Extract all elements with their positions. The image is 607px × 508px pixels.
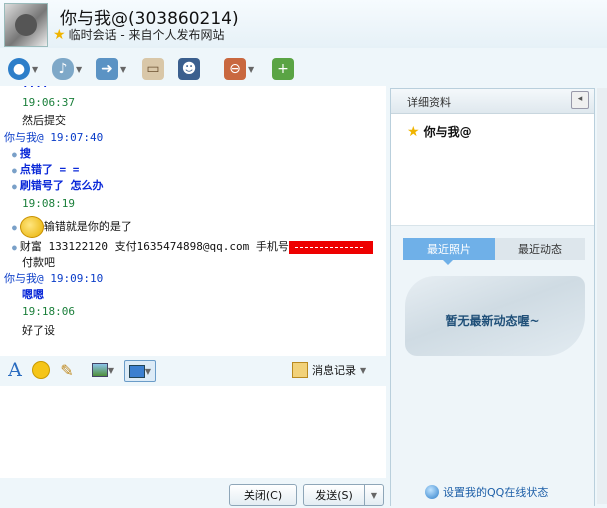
tab-pointer [443, 260, 453, 265]
chat-message: ● 输错就是你的是了 [12, 216, 132, 238]
cut-off-line: ···· [22, 86, 49, 93]
smiley-icon [32, 361, 50, 379]
remote-assist-button[interactable]: ☻ [178, 56, 200, 82]
history-icon [292, 362, 308, 378]
message-input[interactable] [0, 386, 386, 478]
window-edge [597, 88, 607, 504]
star-icon: ★ [53, 26, 66, 43]
send-file-button[interactable]: ➜ ▼ [96, 56, 126, 82]
message-sender: 你与我@ 19:09:10 [4, 272, 104, 285]
footer-bar: 关闭(C) 发送(S) ▼ [0, 480, 390, 508]
add-friend-button[interactable]: + [272, 56, 294, 82]
emoji-icon [19, 216, 44, 238]
message-history-label: 消息记录 [312, 364, 356, 377]
whiteboard-icon: ▭ [142, 58, 164, 80]
remote-assist-icon: ☻ [178, 58, 200, 80]
timestamp: 19:18:06 [22, 305, 75, 318]
message-history-button[interactable]: 消息记录 ▼ [292, 362, 366, 378]
chat-message: ● 刷错号了 怎么办 [12, 179, 104, 192]
block-user-icon: ⊖ [224, 58, 246, 80]
font-icon[interactable]: A [4, 359, 26, 381]
chat-toolbar: ● ▼ ♪ ▼ ➜ ▼ ▭ ☻ ⊖ ▼ + [0, 52, 390, 84]
chat-message: ● 财富 133122120 支付1635474898@qq.com 手机号 [12, 238, 373, 254]
voice-call-icon: ♪ [52, 58, 74, 80]
chevron-down-icon: ▼ [370, 490, 378, 500]
send-button[interactable]: 发送(S) [303, 484, 365, 506]
add-friend-icon: + [272, 58, 294, 80]
chat-message: 好了设 [22, 324, 55, 337]
activity-panel: 最近照片 最近动态 暂无最新动态喔~ 设置我的QQ在线状态 [391, 225, 594, 506]
input-toolbar: A ✎ ▼ ▼ 消息记录 ▼ [0, 356, 386, 384]
globe-icon [425, 485, 439, 499]
session-info-text: 临时会话 - 来自个人发布网站 [68, 28, 225, 42]
chat-message: ● 点错了 = = [12, 163, 80, 176]
chat-message: 然后提交 [22, 114, 66, 127]
qq-status-label: 设置我的QQ在线状态 [443, 486, 549, 499]
whiteboard-button[interactable]: ▭ [142, 56, 164, 82]
sidebar-header: 详细资料 ◂ [391, 89, 594, 114]
qq-status-link[interactable]: 设置我的QQ在线状态 [425, 484, 548, 500]
screenshot-button[interactable]: ▼ [124, 360, 156, 382]
voice-call-button[interactable]: ♪ ▼ [52, 56, 82, 82]
video-call-icon: ● [8, 58, 30, 80]
chat-message: 付款吧 [22, 256, 55, 269]
timestamp: 19:08:19 [22, 197, 75, 210]
sidebar-header-title: 详细资料 [407, 96, 451, 109]
tab-recent-activity[interactable]: 最近动态 [495, 238, 585, 260]
redaction-block [288, 240, 373, 254]
message-sender: 你与我@ 19:07:40 [4, 131, 104, 144]
chat-message: ● 搜 [12, 147, 31, 160]
note-pen-icon: ✎ [60, 360, 74, 380]
send-file-icon: ➜ [96, 58, 118, 80]
video-call-button[interactable]: ● ▼ [8, 56, 38, 82]
chat-history[interactable]: ···· 19:06:37 然后提交 你与我@ 19:07:40 ● 搜 ● 点错了… [0, 86, 386, 356]
block-user-button[interactable]: ⊖ ▼ [224, 56, 254, 82]
collapse-sidebar-button[interactable]: ◂ [571, 91, 589, 109]
image-icon [91, 363, 108, 377]
chat-message: 嗯嗯 [22, 288, 44, 301]
send-image-button[interactable]: ▼ [88, 360, 118, 380]
screen-capture-icon [128, 364, 145, 378]
empty-state-message: 暂无最新动态喔~ [445, 314, 540, 328]
avatar[interactable] [4, 3, 48, 47]
session-info: ★ 临时会话 - 来自个人发布网站 [53, 26, 225, 43]
close-button[interactable]: 关闭(C) [229, 484, 297, 506]
profile-name-text: 你与我@ [423, 125, 472, 139]
tab-recent-photos[interactable]: 最近照片 [403, 238, 495, 260]
profile-name: ★ 你与我@ [407, 123, 472, 140]
timestamp: 19:06:37 [22, 96, 75, 109]
chat-header: 你与我@(303860214) ★ 临时会话 - 来自个人发布网站 [0, 0, 607, 48]
send-options-button[interactable]: ▼ [364, 484, 384, 506]
star-icon: ★ [407, 123, 420, 140]
emoticon-button[interactable] [30, 360, 52, 380]
profile-sidebar: 详细资料 ◂ ★ 你与我@ 最近照片 最近动态 暂无最新动态喔~ 设置我的QQ在… [390, 88, 595, 506]
chevron-down-icon: ▼ [360, 365, 367, 375]
magic-expression-button[interactable]: ✎ [56, 360, 78, 380]
